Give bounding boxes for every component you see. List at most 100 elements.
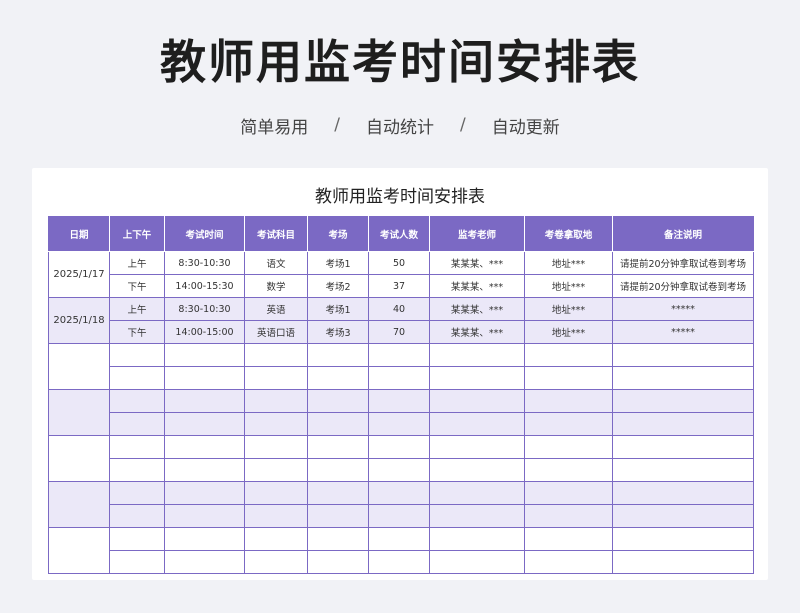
- headcount-cell[interactable]: [368, 435, 430, 459]
- proctor-cell[interactable]: [429, 366, 525, 390]
- notes-cell[interactable]: 请提前20分钟拿取试卷到考场: [612, 251, 754, 275]
- header-room[interactable]: 考场: [307, 216, 369, 252]
- room-cell[interactable]: [307, 527, 369, 551]
- header-date[interactable]: 日期: [48, 216, 110, 252]
- headcount-cell[interactable]: [368, 527, 430, 551]
- period-cell[interactable]: 上午: [109, 297, 165, 321]
- subject-cell[interactable]: [244, 389, 308, 413]
- period-cell[interactable]: [109, 366, 165, 390]
- exam-time-cell[interactable]: 14:00-15:30: [164, 274, 245, 298]
- pickup-cell[interactable]: 地址***: [524, 297, 613, 321]
- date-cell[interactable]: [48, 389, 110, 436]
- headcount-cell[interactable]: [368, 504, 430, 528]
- header-period[interactable]: 上下午: [109, 216, 165, 252]
- proctor-cell[interactable]: 某某某、***: [429, 297, 525, 321]
- subject-cell[interactable]: [244, 504, 308, 528]
- period-cell[interactable]: 下午: [109, 274, 165, 298]
- exam-time-cell[interactable]: 8:30-10:30: [164, 297, 245, 321]
- proctor-cell[interactable]: 某某某、***: [429, 320, 525, 344]
- period-cell[interactable]: 上午: [109, 251, 165, 275]
- pickup-cell[interactable]: [524, 389, 613, 413]
- subject-cell[interactable]: [244, 458, 308, 482]
- notes-cell[interactable]: *****: [612, 297, 754, 321]
- notes-cell[interactable]: [612, 550, 754, 574]
- room-cell[interactable]: [307, 412, 369, 436]
- proctor-cell[interactable]: [429, 458, 525, 482]
- notes-cell[interactable]: [612, 412, 754, 436]
- pickup-cell[interactable]: [524, 481, 613, 505]
- exam-time-cell[interactable]: [164, 481, 245, 505]
- date-cell[interactable]: 2025/1/18: [48, 297, 110, 344]
- date-cell[interactable]: [48, 343, 110, 390]
- pickup-cell[interactable]: [524, 366, 613, 390]
- exam-time-cell[interactable]: [164, 343, 245, 367]
- header-exam-time[interactable]: 考试时间: [164, 216, 245, 252]
- pickup-cell[interactable]: [524, 458, 613, 482]
- date-cell[interactable]: [48, 481, 110, 528]
- room-cell[interactable]: 考场2: [307, 274, 369, 298]
- period-cell[interactable]: [109, 527, 165, 551]
- period-cell[interactable]: [109, 504, 165, 528]
- exam-time-cell[interactable]: [164, 435, 245, 459]
- headcount-cell[interactable]: [368, 412, 430, 436]
- exam-time-cell[interactable]: [164, 458, 245, 482]
- subject-cell[interactable]: [244, 366, 308, 390]
- pickup-cell[interactable]: 地址***: [524, 320, 613, 344]
- pickup-cell[interactable]: [524, 527, 613, 551]
- pickup-cell[interactable]: 地址***: [524, 251, 613, 275]
- subject-cell[interactable]: [244, 343, 308, 367]
- headcount-cell[interactable]: [368, 366, 430, 390]
- exam-time-cell[interactable]: [164, 550, 245, 574]
- headcount-cell[interactable]: 40: [368, 297, 430, 321]
- proctor-cell[interactable]: [429, 412, 525, 436]
- proctor-cell[interactable]: [429, 481, 525, 505]
- room-cell[interactable]: [307, 435, 369, 459]
- exam-time-cell[interactable]: 14:00-15:00: [164, 320, 245, 344]
- room-cell[interactable]: [307, 343, 369, 367]
- notes-cell[interactable]: [612, 527, 754, 551]
- notes-cell[interactable]: [612, 435, 754, 459]
- proctor-cell[interactable]: [429, 389, 525, 413]
- subject-cell[interactable]: 数学: [244, 274, 308, 298]
- notes-cell[interactable]: *****: [612, 320, 754, 344]
- exam-time-cell[interactable]: [164, 527, 245, 551]
- proctor-cell[interactable]: [429, 343, 525, 367]
- date-cell[interactable]: 2025/1/17: [48, 251, 110, 298]
- subject-cell[interactable]: 语文: [244, 251, 308, 275]
- exam-time-cell[interactable]: [164, 504, 245, 528]
- period-cell[interactable]: [109, 435, 165, 459]
- headcount-cell[interactable]: [368, 550, 430, 574]
- notes-cell[interactable]: [612, 389, 754, 413]
- notes-cell[interactable]: 请提前20分钟拿取试卷到考场: [612, 274, 754, 298]
- headcount-cell[interactable]: 70: [368, 320, 430, 344]
- headcount-cell[interactable]: [368, 389, 430, 413]
- subject-cell[interactable]: 英语口语: [244, 320, 308, 344]
- room-cell[interactable]: [307, 504, 369, 528]
- proctor-cell[interactable]: [429, 550, 525, 574]
- headcount-cell[interactable]: [368, 343, 430, 367]
- notes-cell[interactable]: [612, 458, 754, 482]
- room-cell[interactable]: [307, 458, 369, 482]
- period-cell[interactable]: [109, 458, 165, 482]
- room-cell[interactable]: [307, 389, 369, 413]
- notes-cell[interactable]: [612, 366, 754, 390]
- room-cell[interactable]: [307, 550, 369, 574]
- exam-time-cell[interactable]: [164, 412, 245, 436]
- room-cell[interactable]: 考场1: [307, 251, 369, 275]
- period-cell[interactable]: [109, 389, 165, 413]
- header-proctor[interactable]: 监考老师: [429, 216, 525, 252]
- pickup-cell[interactable]: [524, 343, 613, 367]
- exam-time-cell[interactable]: [164, 389, 245, 413]
- pickup-cell[interactable]: [524, 412, 613, 436]
- exam-time-cell[interactable]: [164, 366, 245, 390]
- period-cell[interactable]: 下午: [109, 320, 165, 344]
- period-cell[interactable]: [109, 343, 165, 367]
- date-cell[interactable]: [48, 435, 110, 482]
- headcount-cell[interactable]: [368, 458, 430, 482]
- period-cell[interactable]: [109, 550, 165, 574]
- subject-cell[interactable]: [244, 527, 308, 551]
- pickup-cell[interactable]: [524, 504, 613, 528]
- subject-cell[interactable]: [244, 550, 308, 574]
- proctor-cell[interactable]: 某某某、***: [429, 251, 525, 275]
- notes-cell[interactable]: [612, 504, 754, 528]
